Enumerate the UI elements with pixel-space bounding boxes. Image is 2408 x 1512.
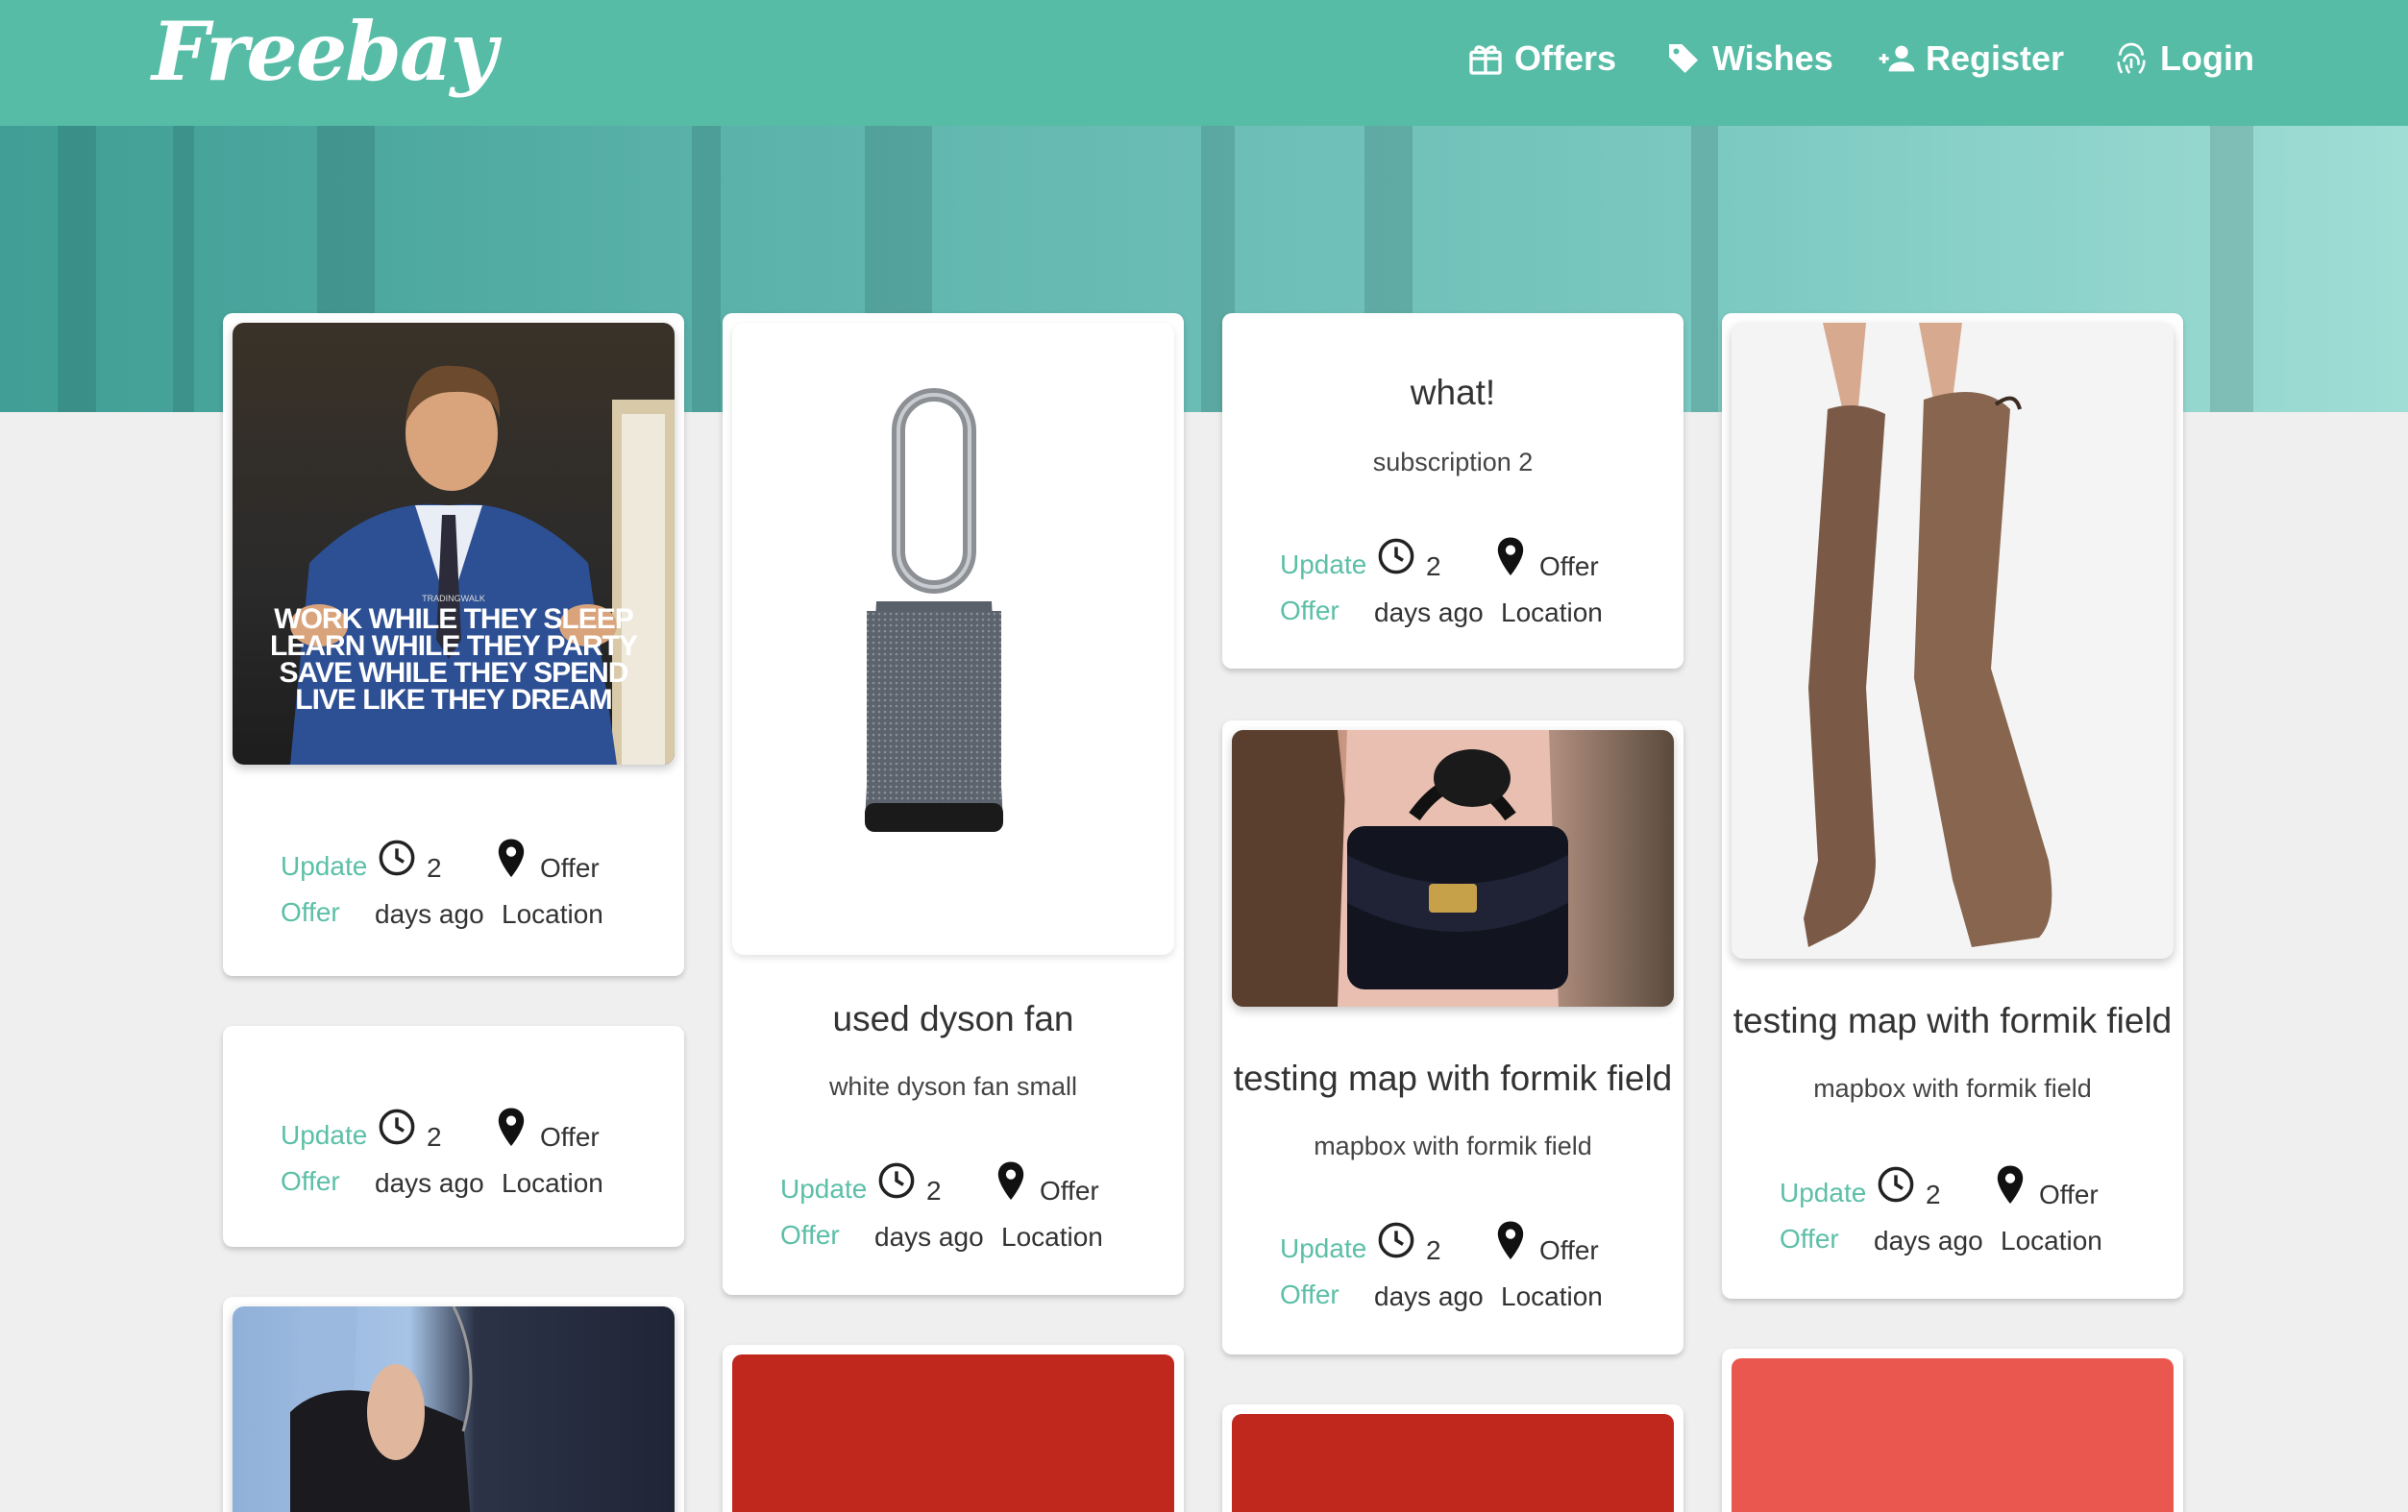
location-label-1: Offer: [1539, 551, 1599, 581]
image-watermark: TRADINGWALK: [422, 594, 485, 603]
offer-title: testing map with formik field: [1732, 1001, 2173, 1040]
offer-card[interactable]: Update Offer 2 days ago Offer Location: [223, 1026, 684, 1247]
time-number: 2: [1426, 1235, 1441, 1265]
location-label-2: Location: [1501, 1281, 1603, 1311]
location-pin-icon: [997, 1161, 1024, 1201]
offer-subtitle: mapbox with formik field: [1314, 1132, 1592, 1160]
tag-icon: [1664, 39, 1703, 78]
time-number: 2: [926, 1176, 942, 1206]
time-number: 2: [1926, 1180, 1941, 1209]
nav-wishes[interactable]: Wishes: [1664, 35, 1833, 83]
offer-subtitle: subscription 2: [1372, 448, 1534, 476]
time-label: days ago: [874, 1222, 984, 1252]
top-navbar: Freebay Offers Wishes Register Login: [0, 0, 2408, 126]
time-label: days ago: [375, 899, 484, 929]
offer-card[interactable]: what! subscription 2 Update Offer 2 days …: [1222, 313, 1683, 669]
update-offer-link[interactable]: Update Offer: [1280, 542, 1366, 634]
offer-card[interactable]: [1722, 1349, 2183, 1512]
gift-icon: [1466, 39, 1505, 78]
nav-wishes-label: Wishes: [1712, 38, 1833, 78]
time-number: 2: [427, 853, 442, 883]
fingerprint-icon: [2112, 39, 2150, 78]
card-meta: Update Offer 2 days ago Offer Location: [1222, 537, 1683, 647]
time-number: 2: [1426, 551, 1441, 581]
card-meta: Update Offer 2 days ago Offer Location: [723, 1161, 1184, 1272]
clock-icon: [379, 1109, 415, 1145]
card-meta: Update Offer 2 days ago Offer Location: [223, 1108, 684, 1218]
nav-register-label: Register: [1926, 38, 2065, 78]
offer-title: used dyson fan: [832, 999, 1074, 1038]
freebay-logo[interactable]: Freebay: [152, 4, 497, 99]
offer-subtitle: mapbox with formik field: [1813, 1074, 2092, 1103]
offer-card[interactable]: testing map with formik field mapbox wit…: [1722, 313, 2183, 1299]
location-label-2: Location: [2001, 1226, 2102, 1256]
time-label: days ago: [1374, 597, 1484, 627]
update-offer-link[interactable]: Update Offer: [1780, 1170, 1866, 1262]
location-pin-icon: [1997, 1165, 2024, 1205]
offer-card[interactable]: testing map with formik field mapbox wit…: [1222, 720, 1683, 1354]
clock-icon: [1378, 538, 1414, 574]
offer-title: testing map with formik field: [1233, 1059, 1673, 1098]
nav-offers[interactable]: Offers: [1466, 35, 1616, 83]
add-user-icon: [1878, 39, 1916, 78]
clock-icon: [1378, 1222, 1414, 1258]
offer-image: [1232, 730, 1674, 1007]
time-label: days ago: [1374, 1281, 1484, 1311]
update-offer-link[interactable]: Update Offer: [281, 843, 367, 936]
location-label-2: Location: [502, 899, 603, 929]
time-label: days ago: [375, 1168, 484, 1198]
offer-card[interactable]: used dyson fan white dyson fan small Upd…: [723, 313, 1184, 1295]
location-label-1: Offer: [2039, 1180, 2099, 1209]
update-offer-link[interactable]: Update Offer: [281, 1112, 367, 1205]
offer-image: [732, 1354, 1174, 1512]
location-pin-icon: [498, 839, 525, 878]
clock-icon: [878, 1162, 915, 1199]
location-label-1: Offer: [1539, 1235, 1599, 1265]
location-label-2: Location: [1001, 1222, 1103, 1252]
clock-icon: [379, 840, 415, 876]
time-number: 2: [427, 1122, 442, 1152]
offer-image: [1232, 1414, 1674, 1512]
card-meta: Update Offer 2 days ago Offer Location: [1222, 1221, 1683, 1331]
location-label-1: Offer: [540, 853, 600, 883]
location-label-1: Offer: [1040, 1176, 1099, 1206]
location-pin-icon: [1497, 1221, 1524, 1260]
location-pin-icon: [1497, 537, 1524, 576]
nav-login-label: Login: [2160, 38, 2254, 78]
offer-subtitle: white dyson fan small: [828, 1072, 1078, 1101]
time-label: days ago: [1874, 1226, 1983, 1256]
nav-offers-label: Offers: [1514, 38, 1617, 78]
image-caption: WORK WHILE THEY SLEEP LEARN WHILE THEY P…: [270, 603, 638, 716]
offer-card[interactable]: [1222, 1404, 1683, 1512]
update-offer-link[interactable]: Update Offer: [1280, 1226, 1366, 1318]
nav-login[interactable]: Login: [2112, 35, 2254, 83]
location-label-2: Location: [502, 1168, 603, 1198]
clock-icon: [1878, 1166, 1914, 1203]
offer-image: [732, 323, 1174, 955]
location-label-2: Location: [1501, 597, 1603, 627]
offer-card[interactable]: [723, 1345, 1184, 1512]
offer-image: [1732, 323, 2174, 959]
card-meta: Update Offer 2 days ago Offer Location: [223, 839, 684, 949]
offer-image: [233, 1306, 675, 1512]
location-pin-icon: [498, 1108, 525, 1147]
card-meta: Update Offer 2 days ago Offer Location: [1722, 1165, 2183, 1276]
location-label-1: Offer: [540, 1122, 600, 1152]
update-offer-link[interactable]: Update Offer: [780, 1166, 867, 1258]
offer-title: what!: [1410, 373, 1496, 412]
nav-register[interactable]: Register: [1878, 35, 2064, 83]
offer-image: [1732, 1358, 2174, 1512]
offer-card[interactable]: [223, 1297, 684, 1512]
offer-card[interactable]: WORK WHILE THEY SLEEP LEARN WHILE THEY P…: [223, 313, 684, 976]
